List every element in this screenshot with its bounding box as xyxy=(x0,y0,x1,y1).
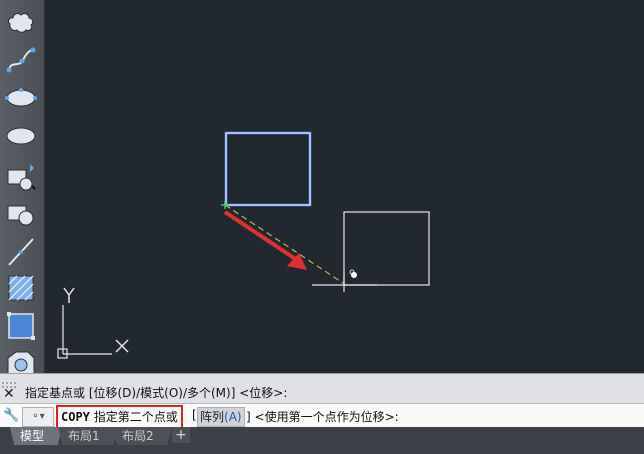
spline-icon[interactable] xyxy=(4,44,38,76)
point-icon[interactable] xyxy=(4,236,38,268)
revision-cloud-icon[interactable] xyxy=(4,4,38,36)
ellipse-arc-icon[interactable] xyxy=(4,120,38,152)
base-point-icon xyxy=(221,201,229,209)
arrow-icon xyxy=(223,210,307,270)
panel-grip-icon[interactable] xyxy=(0,374,22,388)
option-bracket-open: [ xyxy=(192,408,197,422)
command-line-panel: ✕ 指定基点或 [位移(D)/模式(O)/多个(M)] <位移>: 🔧 ⚬▾ C… xyxy=(0,373,644,429)
array-option-button[interactable]: 阵列(A) xyxy=(197,407,245,427)
tab-layout2[interactable]: 布局2 xyxy=(112,427,172,445)
command-history-line: 指定基点或 [位移(D)/模式(O)/多个(M)] <位移>: xyxy=(25,386,288,400)
ellipse-icon[interactable] xyxy=(4,82,38,114)
wrench-icon[interactable]: 🔧 xyxy=(3,408,19,423)
command-prompt-box: COPY 指定第二个点或 xyxy=(56,405,183,429)
tab-model[interactable]: 模型 xyxy=(10,427,62,445)
tab-layout1[interactable]: 布局1 xyxy=(58,427,118,445)
recent-commands-button[interactable]: ⚬▾ xyxy=(22,407,54,427)
crosshair-cursor-icon xyxy=(312,269,377,292)
drawing-canvas[interactable] xyxy=(45,0,644,373)
selected-rectangle[interactable] xyxy=(224,131,312,207)
ucs-icon xyxy=(57,287,129,359)
rubberband-line xyxy=(224,204,347,286)
close-icon[interactable]: ✕ xyxy=(3,386,15,402)
insert-block-icon[interactable] xyxy=(4,160,38,192)
hatch-icon[interactable] xyxy=(4,272,38,304)
command-prompt-text: 指定第二个点或 xyxy=(93,410,178,424)
command-name: COPY xyxy=(61,410,90,424)
draw-toolbar xyxy=(0,0,45,375)
command-input-row[interactable]: 🔧 ⚬▾ COPY 指定第二个点或 [ 阵列(A) ] <使用第一个点作为位移>… xyxy=(0,403,644,429)
region-icon[interactable] xyxy=(4,310,38,342)
make-block-icon[interactable] xyxy=(4,198,38,230)
command-rest-text: ] <使用第一个点作为位移>: xyxy=(246,410,399,424)
add-layout-button[interactable]: + xyxy=(172,427,190,443)
layout-tabs: 模型 布局1 布局2 + xyxy=(0,427,644,454)
